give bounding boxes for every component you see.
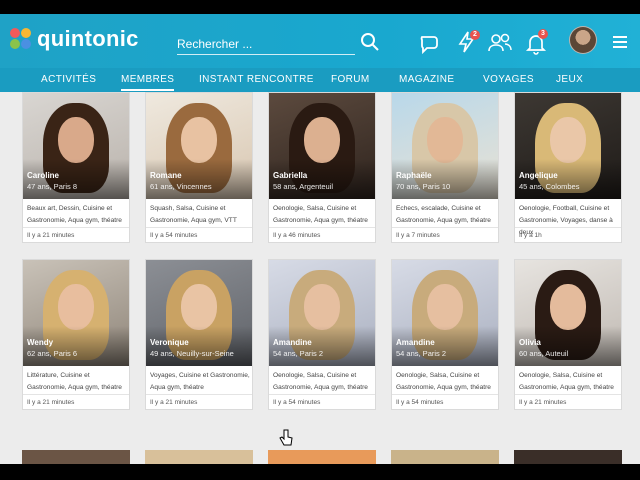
member-card[interactable]: Angelique 45 ans, Colombes Oenologie, Fo…: [514, 92, 622, 243]
member-last-seen: Il y a 1h: [515, 227, 621, 242]
member-card-partial[interactable]: [145, 450, 253, 464]
menu-icon[interactable]: [610, 32, 634, 56]
member-card[interactable]: Gabriella 58 ans, Argenteuil Oenologie, …: [268, 92, 376, 243]
brand-name[interactable]: quintonic: [37, 26, 139, 52]
member-info: 54 ans, Paris 2: [396, 349, 447, 358]
app-screen: quintonic Rechercher ... 2 3 Activités M…: [0, 14, 640, 464]
member-photo[interactable]: Olivia 60 ans, Auteuil: [515, 260, 621, 366]
member-name[interactable]: Romane: [150, 171, 182, 180]
member-interests: Oenologie, Salsa, Cuisine et Gastronomie…: [273, 205, 368, 224]
member-info: 60 ans, Auteuil: [519, 349, 569, 358]
member-card[interactable]: Amandine 54 ans, Paris 2 Oenologie, Sals…: [268, 259, 376, 410]
users-icon[interactable]: [486, 31, 514, 55]
member-card-partial[interactable]: [391, 450, 499, 464]
member-photo[interactable]: Amandine 54 ans, Paris 2: [392, 260, 498, 366]
search-icon[interactable]: [360, 32, 380, 52]
member-info: 62 ans, Paris 6: [27, 349, 78, 358]
nav-instant-rencontre[interactable]: Instant Rencontre: [199, 74, 314, 85]
nav-membres[interactable]: Membres: [121, 74, 175, 91]
member-interests: Oenologie, Salsa, Cuisine et Gastronomie…: [396, 372, 491, 391]
member-interests: Oenologie, Salsa, Cuisine et Gastronomie…: [519, 372, 614, 391]
member-photo[interactable]: Romane 61 ans, Vincennes: [146, 93, 252, 199]
member-info: 70 ans, Paris 10: [396, 182, 451, 191]
member-name[interactable]: Caroline: [27, 171, 59, 180]
bell-badge: 3: [538, 29, 548, 39]
member-photo[interactable]: Amandine 54 ans, Paris 2: [269, 260, 375, 366]
member-photo[interactable]: Angelique 45 ans, Colombes: [515, 93, 621, 199]
member-card[interactable]: Romane 61 ans, Vincennes Squash, Salsa, …: [145, 92, 253, 243]
main-nav: Activités Membres Instant Rencontre Foru…: [0, 68, 640, 92]
member-last-seen: Il y a 54 minutes: [269, 394, 375, 409]
member-interests: Littérature, Cuisine et Gastronomie, Aqu…: [27, 372, 122, 391]
member-name[interactable]: Veronique: [150, 338, 189, 347]
member-name[interactable]: Wendy: [27, 338, 53, 347]
nav-forum[interactable]: Forum: [331, 74, 370, 85]
member-name[interactable]: Raphaële: [396, 171, 432, 180]
member-info: 61 ans, Vincennes: [150, 182, 212, 191]
nav-activites[interactable]: Activités: [41, 74, 96, 85]
member-photo[interactable]: Raphaële 70 ans, Paris 10: [392, 93, 498, 199]
member-card[interactable]: Wendy 62 ans, Paris 6 Littérature, Cuisi…: [22, 259, 130, 410]
member-photo[interactable]: Wendy 62 ans, Paris 6: [23, 260, 129, 366]
member-info: 47 ans, Paris 8: [27, 182, 78, 191]
member-info: 49 ans, Neuilly-sur-Seine: [150, 349, 234, 358]
member-last-seen: Il y a 21 minutes: [146, 394, 252, 409]
member-name[interactable]: Olivia: [519, 338, 541, 347]
member-info: 54 ans, Paris 2: [273, 349, 324, 358]
top-header: quintonic Rechercher ... 2 3: [0, 14, 640, 68]
member-card-partial[interactable]: [514, 450, 622, 464]
member-photo[interactable]: Veronique 49 ans, Neuilly-sur-Seine: [146, 260, 252, 366]
member-last-seen: Il y a 46 minutes: [269, 227, 375, 242]
member-card[interactable]: Veronique 49 ans, Neuilly-sur-Seine Voya…: [145, 259, 253, 410]
member-name[interactable]: Amandine: [273, 338, 312, 347]
member-interests: Oenologie, Salsa, Cuisine et Gastronomie…: [273, 372, 368, 391]
flash-badge: 2: [470, 30, 480, 40]
chat-icon[interactable]: [418, 32, 442, 56]
member-name[interactable]: Gabriella: [273, 171, 307, 180]
members-grid: Caroline 47 ans, Paris 8 Beaux art, Dess…: [0, 92, 640, 464]
nav-magazine[interactable]: Magazine: [399, 74, 454, 85]
user-avatar[interactable]: [569, 26, 597, 54]
member-card[interactable]: Olivia 60 ans, Auteuil Oenologie, Salsa,…: [514, 259, 622, 410]
member-photo[interactable]: Caroline 47 ans, Paris 8: [23, 93, 129, 199]
member-interests: Beaux art, Dessin, Cuisine et Gastronomi…: [27, 205, 122, 224]
nav-voyages[interactable]: Voyages: [483, 74, 534, 85]
search-input[interactable]: Rechercher ...: [177, 37, 355, 55]
member-last-seen: Il y a 21 minutes: [23, 394, 129, 409]
member-info: 45 ans, Colombes: [519, 182, 580, 191]
member-name[interactable]: Angelique: [519, 171, 558, 180]
member-last-seen: Il y a 54 minutes: [392, 394, 498, 409]
member-interests: Squash, Salsa, Cuisine et Gastronomie, A…: [150, 205, 237, 224]
member-last-seen: Il y a 21 minutes: [23, 227, 129, 242]
member-last-seen: Il y a 21 minutes: [515, 394, 621, 409]
nav-jeux[interactable]: Jeux: [556, 74, 583, 85]
member-interests: Echecs, escalade, Cuisine et Gastronomie…: [396, 205, 491, 224]
member-last-seen: Il y a 54 minutes: [146, 227, 252, 242]
member-card-partial[interactable]: [268, 450, 376, 464]
member-card-partial[interactable]: [22, 450, 130, 464]
member-last-seen: Il y a 7 minutes: [392, 227, 498, 242]
member-card[interactable]: Amandine 54 ans, Paris 2 Oenologie, Sals…: [391, 259, 499, 410]
member-card[interactable]: Raphaële 70 ans, Paris 10 Echecs, escala…: [391, 92, 499, 243]
quintonic-logo-icon[interactable]: [10, 28, 32, 50]
member-name[interactable]: Amandine: [396, 338, 435, 347]
member-card[interactable]: Caroline 47 ans, Paris 8 Beaux art, Dess…: [22, 92, 130, 243]
member-info: 58 ans, Argenteuil: [273, 182, 334, 191]
member-interests: Voyages, Cuisine et Gastronomie, Aqua gy…: [150, 372, 250, 391]
hand-cursor-icon: [279, 429, 293, 447]
member-photo[interactable]: Gabriella 58 ans, Argenteuil: [269, 93, 375, 199]
